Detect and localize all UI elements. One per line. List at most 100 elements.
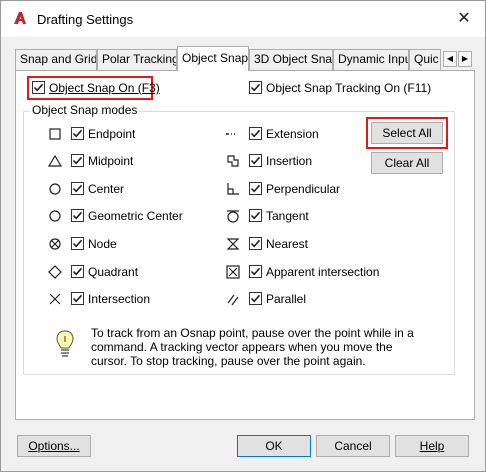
midpoint-symbol-icon: [47, 154, 63, 167]
apparent-intersection-label[interactable]: Apparent intersection: [266, 265, 379, 279]
close-button[interactable]: ✕: [449, 5, 479, 33]
object-snap-on-label[interactable]: Object Snap On (F3): [49, 81, 160, 95]
node-label[interactable]: Node: [88, 237, 117, 251]
options-label: Options...: [28, 439, 80, 453]
chevron-right-icon: ▶: [461, 54, 469, 63]
center-symbol-icon: [49, 183, 61, 195]
cancel-button[interactable]: Cancel: [316, 435, 390, 457]
cancel-label: Cancel: [334, 439, 372, 453]
options-button[interactable]: Options...: [17, 435, 91, 457]
ok-label: OK: [265, 439, 283, 453]
checkmark-icon: [72, 239, 83, 248]
nearest-checkbox[interactable]: [249, 237, 262, 250]
intersection-checkbox[interactable]: [71, 292, 84, 305]
autocad-logo-icon: [14, 12, 26, 24]
quadrant-symbol-icon: [48, 265, 62, 279]
endpoint-label[interactable]: Endpoint: [88, 127, 135, 141]
extension-label[interactable]: Extension: [266, 127, 319, 141]
perpendicular-checkbox[interactable]: [249, 182, 262, 195]
tab-quick-properties[interactable]: Quic: [409, 49, 441, 70]
checkmark-icon: [250, 211, 261, 220]
tab-scroll-left-button[interactable]: ◀: [443, 51, 457, 67]
nearest-symbol-icon: [226, 238, 240, 250]
perpendicular-symbol-icon: [227, 183, 239, 195]
checkmark-icon: [72, 211, 83, 220]
tangent-symbol-icon: [227, 210, 239, 223]
tracking-tip-text: To track from an Osnap point, pause over…: [91, 326, 414, 368]
ok-button[interactable]: OK: [237, 435, 311, 457]
nearest-label[interactable]: Nearest: [266, 237, 308, 251]
tab-label: Dynamic Input: [338, 52, 409, 66]
intersection-label[interactable]: Intersection: [88, 292, 150, 306]
endpoint-checkbox[interactable]: [71, 127, 84, 140]
tab-dynamic-input[interactable]: Dynamic Input: [333, 49, 409, 70]
tab-object-snap[interactable]: Object Snap: [177, 46, 249, 71]
insertion-checkbox[interactable]: [249, 154, 262, 167]
drafting-settings-dialog: Drafting Settings ✕ Snap and Grid Polar …: [0, 0, 486, 472]
center-checkbox[interactable]: [71, 182, 84, 195]
window-title: Drafting Settings: [37, 12, 134, 27]
checkmark-icon: [250, 184, 261, 193]
midpoint-label[interactable]: Midpoint: [88, 154, 133, 168]
checkmark-icon: [72, 267, 83, 276]
tab-scroll-right-button[interactable]: ▶: [458, 51, 472, 67]
tab-polar-tracking[interactable]: Polar Tracking: [97, 49, 177, 70]
extension-checkbox[interactable]: [249, 127, 262, 140]
close-icon: ✕: [457, 10, 471, 27]
checkmark-icon: [250, 294, 261, 303]
help-label: Help: [419, 439, 445, 453]
center-label[interactable]: Center: [88, 182, 124, 196]
object-snap-tracking-label[interactable]: Object Snap Tracking On (F11): [266, 81, 431, 95]
tangent-checkbox[interactable]: [249, 209, 262, 222]
group-title: Object Snap modes: [29, 103, 141, 117]
perpendicular-label[interactable]: Perpendicular: [266, 182, 340, 196]
help-button[interactable]: Help: [395, 435, 469, 457]
checkmark-icon: [250, 156, 261, 165]
checkmark-icon: [250, 129, 261, 138]
apparent-intersection-symbol-icon: [226, 265, 240, 279]
node-checkbox[interactable]: [71, 237, 84, 250]
parallel-symbol-icon: [227, 294, 239, 306]
tangent-label[interactable]: Tangent: [266, 209, 309, 223]
tab-snap-and-grid[interactable]: Snap and Grid: [15, 49, 97, 70]
tab-label: Polar Tracking: [102, 52, 177, 66]
tab-label: Object Snap: [182, 51, 249, 65]
geometric-center-symbol-icon: [49, 210, 61, 222]
checkmark-icon: [250, 267, 261, 276]
parallel-label[interactable]: Parallel: [266, 292, 306, 306]
intersection-symbol-icon: [49, 293, 61, 305]
checkmark-icon: [72, 156, 83, 165]
quadrant-label[interactable]: Quadrant: [88, 265, 138, 279]
object-snap-on-checkbox[interactable]: [32, 81, 45, 94]
tab-strip: Snap and Grid Polar Tracking Object Snap…: [15, 46, 475, 71]
extension-symbol-icon: [226, 131, 240, 137]
tab-label: 3D Object Snap: [254, 52, 333, 66]
geometric-center-checkbox[interactable]: [71, 209, 84, 222]
chevron-left-icon: ◀: [446, 54, 454, 63]
select-all-label: Select All: [382, 126, 432, 140]
quadrant-checkbox[interactable]: [71, 265, 84, 278]
clear-all-button[interactable]: Clear All: [371, 152, 443, 174]
lightbulb-icon: [56, 330, 74, 357]
checkmark-icon: [33, 83, 44, 92]
node-symbol-icon: [49, 238, 61, 250]
object-snap-tracking-checkbox[interactable]: [249, 81, 262, 94]
midpoint-checkbox[interactable]: [71, 154, 84, 167]
checkmark-icon: [72, 184, 83, 193]
apparent-intersection-checkbox[interactable]: [249, 265, 262, 278]
tab-3d-object-snap[interactable]: 3D Object Snap: [249, 49, 333, 70]
select-all-button[interactable]: Select All: [371, 122, 443, 144]
endpoint-symbol-icon: [49, 128, 61, 140]
tab-label: Snap and Grid: [20, 52, 97, 66]
checkmark-icon: [250, 83, 261, 92]
insertion-label[interactable]: Insertion: [266, 154, 312, 168]
title-bar: Drafting Settings ✕: [1, 1, 485, 37]
checkmark-icon: [72, 294, 83, 303]
parallel-checkbox[interactable]: [249, 292, 262, 305]
clear-all-label: Clear All: [384, 156, 430, 170]
tab-label: Quic: [414, 52, 439, 66]
insertion-symbol-icon: [227, 155, 239, 167]
geometric-center-label[interactable]: Geometric Center: [88, 209, 183, 223]
checkmark-icon: [72, 129, 83, 138]
checkmark-icon: [250, 239, 261, 248]
